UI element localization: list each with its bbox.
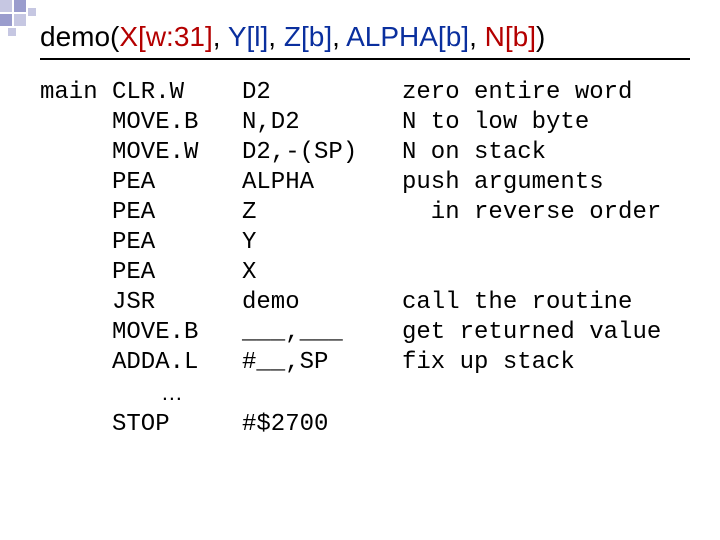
code-arg: N,D2: [242, 108, 402, 138]
title-sep: ,: [268, 21, 284, 52]
code-label: main: [40, 78, 112, 108]
code-arg: #$2700: [242, 410, 402, 440]
code-comment: in reverse order: [402, 198, 661, 228]
code-op: MOVE.B: [112, 318, 242, 348]
title-sep: ,: [213, 21, 228, 52]
title-sep: ,: [332, 21, 346, 52]
code-arg: D2,-(SP): [242, 138, 402, 168]
code-op: STOP: [112, 410, 242, 440]
title-param: Y[l]: [228, 21, 268, 52]
code-op: MOVE.W: [112, 138, 242, 168]
code-op: CLR.W: [112, 78, 242, 108]
code-line: PEAZ in reverse order: [40, 198, 661, 228]
code-comment: push arguments: [402, 168, 604, 198]
title-suffix: ): [536, 21, 545, 52]
slide-title: demo(X[w:31], Y[l], Z[b], ALPHA[b], N[b]…: [40, 20, 690, 60]
code-listing: mainCLR.WD2zero entire wordMOVE.BN,D2N t…: [40, 78, 661, 440]
title-sep: ,: [469, 21, 485, 52]
code-line: PEAX: [40, 258, 661, 288]
code-line: ADDA.L#__,SPfix up stack: [40, 348, 661, 378]
title-param: ALPHA[b]: [346, 21, 469, 52]
code-op: PEA: [112, 198, 242, 228]
code-comment: fix up stack: [402, 348, 575, 378]
code-arg: Y: [242, 228, 402, 258]
code-arg: #__,SP: [242, 348, 402, 378]
code-arg: ALPHA: [242, 168, 402, 198]
title-params: X[w:31], Y[l], Z[b], ALPHA[b], N[b]: [119, 21, 536, 52]
code-comment: call the routine: [402, 288, 632, 318]
code-line: MOVE.B___,___get returned value: [40, 318, 661, 348]
code-arg: ___,___: [242, 318, 402, 348]
code-line: MOVE.BN,D2N to low byte: [40, 108, 661, 138]
code-comment: get returned value: [402, 318, 661, 348]
code-ellipsis: …: [112, 378, 242, 410]
code-line: JSRdemocall the routine: [40, 288, 661, 318]
code-comment: N to low byte: [402, 108, 589, 138]
code-line: PEAALPHApush arguments: [40, 168, 661, 198]
title-prefix: demo(: [40, 21, 119, 52]
title-param: X[w:31]: [119, 21, 212, 52]
code-line: STOP#$2700: [40, 410, 661, 440]
code-op: ADDA.L: [112, 348, 242, 378]
code-op: PEA: [112, 228, 242, 258]
code-line: mainCLR.WD2zero entire word: [40, 78, 661, 108]
code-arg: demo: [242, 288, 402, 318]
code-comment: N on stack: [402, 138, 546, 168]
title-param: Z[b]: [284, 21, 332, 52]
code-arg: Z: [242, 198, 402, 228]
code-line: PEAY: [40, 228, 661, 258]
title-param: N[b]: [485, 21, 536, 52]
slide: demo(X[w:31], Y[l], Z[b], ALPHA[b], N[b]…: [0, 0, 720, 540]
code-line: MOVE.WD2,-(SP)N on stack: [40, 138, 661, 168]
code-arg: D2: [242, 78, 402, 108]
code-op: PEA: [112, 168, 242, 198]
code-op: MOVE.B: [112, 108, 242, 138]
code-op: PEA: [112, 258, 242, 288]
code-op: JSR: [112, 288, 242, 318]
code-arg: X: [242, 258, 402, 288]
code-comment: zero entire word: [402, 78, 632, 108]
code-line: …: [40, 378, 661, 410]
